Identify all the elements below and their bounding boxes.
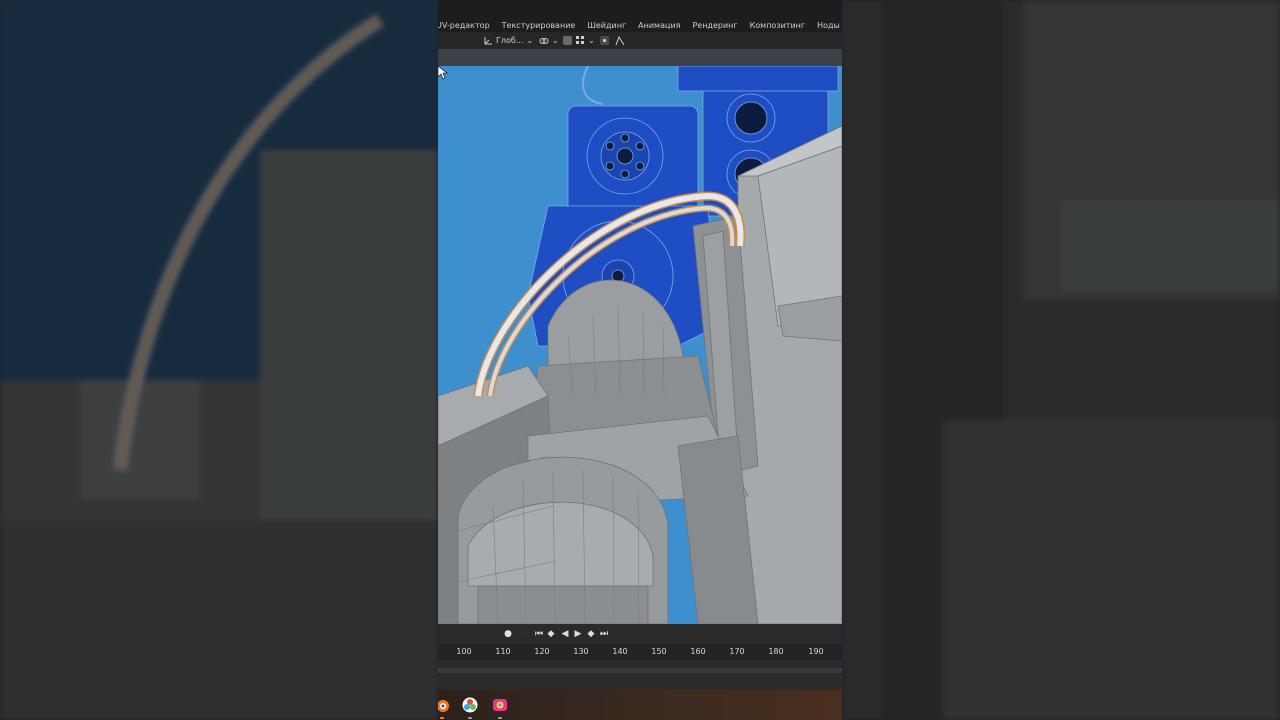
blender-icon[interactable] (438, 697, 450, 713)
tab-shading[interactable]: Шейдинг (587, 21, 626, 30)
blurred-left-background (0, 0, 438, 720)
frame-tick: 110 (495, 647, 511, 656)
snap-link-icon (539, 37, 549, 44)
blurred-right-background (842, 0, 1280, 720)
frame-tick: 140 (612, 647, 628, 656)
viewport-header: Глоб... ⌄ ⌄ ⌄ (438, 32, 842, 49)
proportional-edit-toggle[interactable] (563, 36, 572, 45)
blender-running-indicator (440, 717, 444, 719)
falloff-curve-icon (615, 35, 625, 45)
next-keyframe-icon[interactable]: ◆ (586, 629, 596, 639)
color-app-icon[interactable] (492, 697, 508, 713)
jump-end-icon[interactable]: ⏭ (599, 629, 609, 639)
chevron-down-icon: ⌄ (552, 36, 559, 45)
frame-tick: 190 (808, 647, 824, 656)
taskbar (438, 690, 842, 720)
transform-orientation-icon (484, 36, 492, 44)
chevron-down-icon: ⌄ (526, 36, 534, 45)
falloff-button[interactable] (615, 35, 625, 46)
tab-texture-paint[interactable]: Текстурирование (502, 21, 576, 30)
tab-animation[interactable]: Анимация (638, 21, 680, 30)
frame-tick: 130 (573, 647, 589, 656)
timeline-tracks[interactable] (438, 660, 842, 690)
tab-rendering[interactable]: Рендеринг (692, 21, 737, 30)
frame-tick: 120 (534, 647, 550, 656)
jump-start-icon[interactable]: ⏮ (534, 629, 544, 639)
snap-grid-dropdown[interactable]: ⌄ (576, 36, 595, 45)
proportional-edit-icon (563, 36, 572, 45)
prev-keyframe-icon[interactable]: ◆ (546, 629, 556, 639)
timeline-ruler[interactable]: 100 110 120 130 140 150 160 170 180 190 (438, 644, 842, 660)
timeline-scrollbar[interactable] (438, 668, 842, 673)
chevron-down-icon: ⌄ (588, 36, 595, 45)
transform-orientation-label: Глоб... (496, 36, 524, 45)
blender-window: UV-редактор Текстурирование Шейдинг Аним… (438, 0, 842, 720)
pivot-point-button[interactable] (600, 36, 609, 45)
tab-uv-editor[interactable]: UV-редактор (438, 21, 490, 30)
color-app-running-indicator (498, 717, 502, 719)
frame-tick: 150 (651, 647, 667, 656)
tab-compositing[interactable]: Композитинг (750, 21, 805, 30)
frame-tick: 170 (729, 647, 745, 656)
workspace-tabs: UV-редактор Текстурирование Шейдинг Аним… (438, 18, 842, 32)
pivot-dot-icon (600, 36, 609, 45)
play-icon[interactable]: ▶ (573, 629, 583, 639)
frame-tick: 180 (768, 647, 784, 656)
tab-geometry-nodes[interactable]: Ноды геометрии (817, 21, 842, 30)
record-separator: · (521, 629, 525, 639)
3d-viewport[interactable] (438, 66, 842, 624)
viewport-scene (438, 66, 842, 624)
mouse-cursor-icon (438, 66, 448, 80)
snap-target-dropdown[interactable]: ⌄ (539, 36, 559, 46)
frame-tick: 160 (690, 647, 706, 656)
frame-tick: 100 (456, 647, 472, 656)
record-icon[interactable]: ● (503, 629, 513, 639)
tool-settings-bar (438, 49, 842, 66)
davinci-running-indicator (468, 717, 472, 719)
play-reverse-icon[interactable]: ◀ (560, 629, 570, 639)
transform-orientation-dropdown[interactable]: Глоб... ⌄ (483, 36, 533, 46)
timeline-header: ● · ⏮ ◆ ◀ ▶ ◆ ⏭ (438, 624, 842, 644)
snap-grid-icon (576, 36, 584, 44)
davinci-resolve-icon[interactable] (462, 697, 478, 713)
